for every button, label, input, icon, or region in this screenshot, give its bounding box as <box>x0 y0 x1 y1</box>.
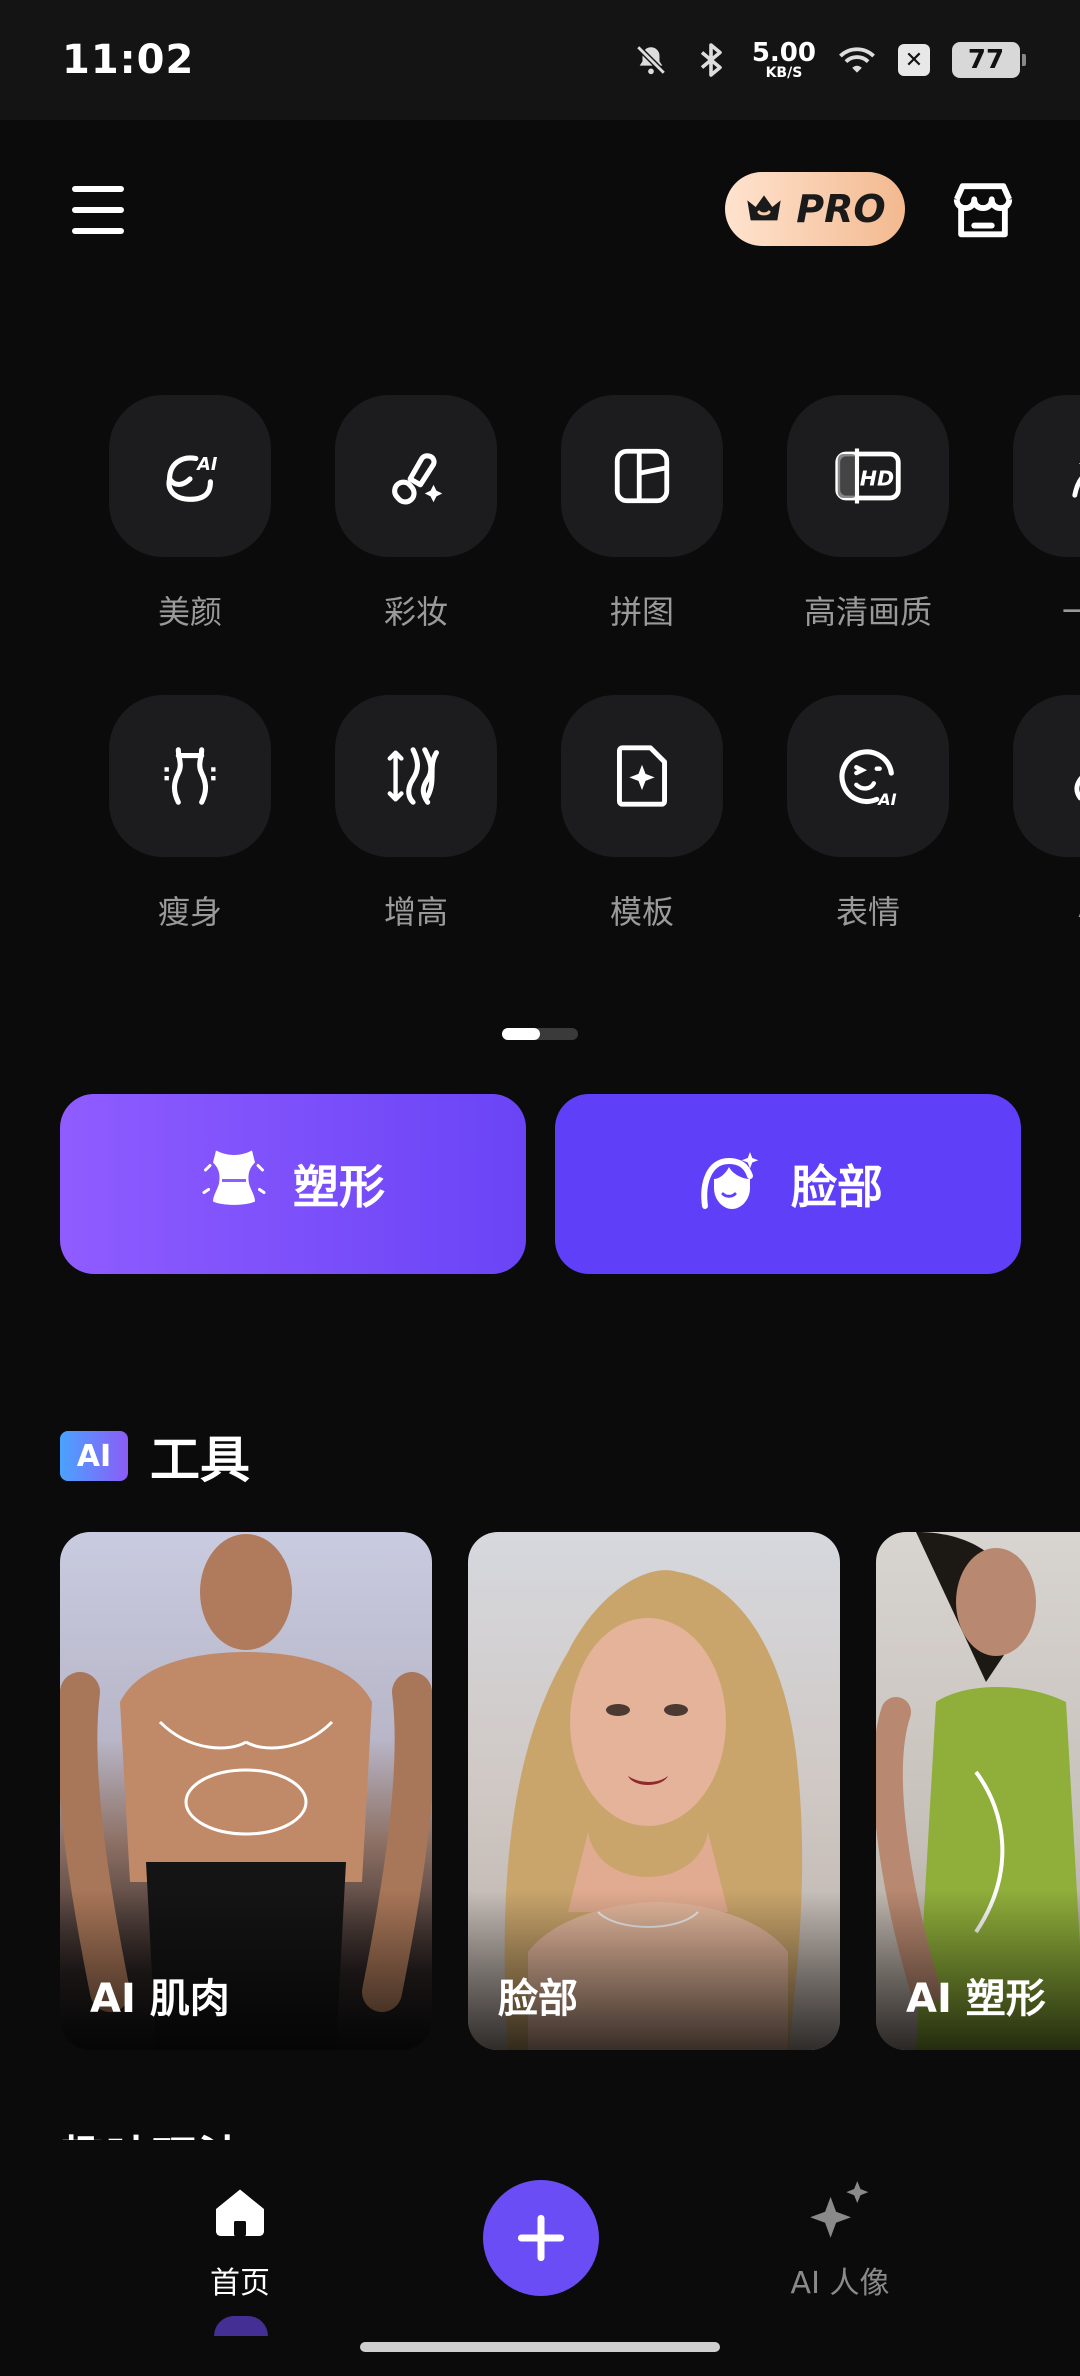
tool-label: 表情 <box>835 893 900 931</box>
status-icons: 5.00 KB/S ✕ 77 <box>632 40 1026 80</box>
face-label: 脸部 <box>791 1160 883 1214</box>
ai-tool-icon <box>1013 695 1080 857</box>
makeup-brush-icon <box>335 395 497 557</box>
tool-beauty[interactable]: AI 美颜 <box>90 395 290 633</box>
body-shape-label: 塑形 <box>293 1160 385 1214</box>
ai-tools-heading: AI 工具 <box>60 1420 250 1492</box>
tool-hd-quality[interactable]: HD 高清画质 <box>768 395 968 633</box>
tool-height[interactable]: 增高 <box>316 695 516 933</box>
battery-icon: 77 <box>952 42 1026 78</box>
tool-collage[interactable]: 拼图 <box>542 395 742 633</box>
card-label: AI 肌肉 <box>90 1976 230 2022</box>
add-button[interactable] <box>483 2180 599 2296</box>
body-shape-icon <box>201 1144 267 1224</box>
ai-tools-title: 工具 <box>150 1431 250 1489</box>
tool-one-tap[interactable]: 一键 <box>994 395 1080 633</box>
tool-grid: AI 美颜 彩妆 拼图 HD 高清画质 一键 <box>0 395 1080 955</box>
tool-label: 增高 <box>383 893 448 931</box>
net-speed: 5.00 KB/S <box>752 40 816 80</box>
page-indicator <box>502 1028 578 1040</box>
ai-badge: AI <box>60 1431 128 1481</box>
face-card[interactable]: 脸部 <box>468 1532 840 2050</box>
active-tab-glow <box>214 2316 268 2336</box>
ai-tool-cards: AI 肌肉 脸部 AI 塑形 <box>0 1532 1080 2052</box>
tool-label: 美颜 <box>157 593 222 631</box>
net-speed-value: 5.00 <box>751 38 816 68</box>
menu-icon-line <box>72 207 124 213</box>
tool-label: 一键 <box>1061 593 1080 631</box>
tool-label: 彩妆 <box>383 593 448 631</box>
pro-button[interactable]: PRO <box>725 172 905 246</box>
hd-icon: HD <box>787 395 949 557</box>
pro-label: PRO <box>796 187 886 231</box>
ai-face-icon: AI <box>109 395 271 557</box>
tool-label: 瘦身 <box>157 893 222 931</box>
status-time: 11:02 <box>62 37 195 83</box>
svg-text:HD: HD <box>860 467 894 491</box>
crown-icon <box>744 190 784 228</box>
home-indicator[interactable] <box>360 2342 720 2352</box>
bluetooth-icon <box>692 41 730 79</box>
sparkle-icon <box>810 2181 869 2238</box>
home-icon <box>216 2189 264 2236</box>
template-icon <box>561 695 723 857</box>
ai-expression-icon: AI <box>787 695 949 857</box>
plus-icon <box>517 2214 565 2262</box>
tool-makeup[interactable]: 彩妆 <box>316 395 516 633</box>
nav-home-label: 首页 <box>210 2266 270 2301</box>
tool-expression[interactable]: AI 表情 <box>768 695 968 933</box>
tool-label: 高清画质 <box>803 593 932 631</box>
bottom-nav: 首页 AI 人像 <box>0 2140 1080 2376</box>
tool-ai-more[interactable]: AI <box>994 695 1080 925</box>
store-icon <box>953 183 1013 238</box>
face-button[interactable]: 脸部 <box>555 1094 1021 1274</box>
ai-shape-card[interactable]: AI 塑形 <box>876 1532 1080 2050</box>
one-tap-icon <box>1013 395 1080 557</box>
tool-label: 模板 <box>609 893 674 931</box>
battery-level: 77 <box>967 45 1005 75</box>
tool-template[interactable]: 模板 <box>542 695 742 933</box>
nav-home[interactable]: 首页 <box>180 2184 300 2302</box>
collage-icon <box>561 395 723 557</box>
page-indicator-active <box>502 1028 540 1040</box>
card-label: 脸部 <box>498 1976 578 2022</box>
height-icon <box>335 695 497 857</box>
home-screen: 11:02 5.00 KB/S ✕ 77 PRO AI 美颜 彩妆 拼图 HD … <box>0 0 1080 2376</box>
menu-icon-line <box>72 186 124 192</box>
tool-label: 拼图 <box>609 593 674 631</box>
nav-ai-portrait[interactable]: AI 人像 <box>780 2178 900 2302</box>
body-shape-button[interactable]: 塑形 <box>60 1094 526 1274</box>
ai-muscle-card[interactable]: AI 肌肉 <box>60 1532 432 2050</box>
svg-text:AI: AI <box>876 790 896 809</box>
nav-ai-portrait-label: AI 人像 <box>790 2266 890 2301</box>
card-label: AI 塑形 <box>906 1976 1046 2022</box>
x-app-icon: ✕ <box>898 44 930 76</box>
menu-button[interactable] <box>70 182 126 238</box>
face-icon <box>693 1146 765 1222</box>
svg-text:AI: AI <box>195 455 218 475</box>
status-bar: 11:02 5.00 KB/S ✕ 77 <box>0 0 1080 120</box>
tool-slim[interactable]: 瘦身 <box>90 695 290 933</box>
store-button[interactable] <box>948 176 1018 246</box>
wifi-icon <box>838 41 876 79</box>
net-speed-unit: KB/S <box>765 65 803 81</box>
slim-body-icon <box>109 695 271 857</box>
menu-icon-line <box>72 228 124 234</box>
mute-bell-icon <box>632 41 670 79</box>
